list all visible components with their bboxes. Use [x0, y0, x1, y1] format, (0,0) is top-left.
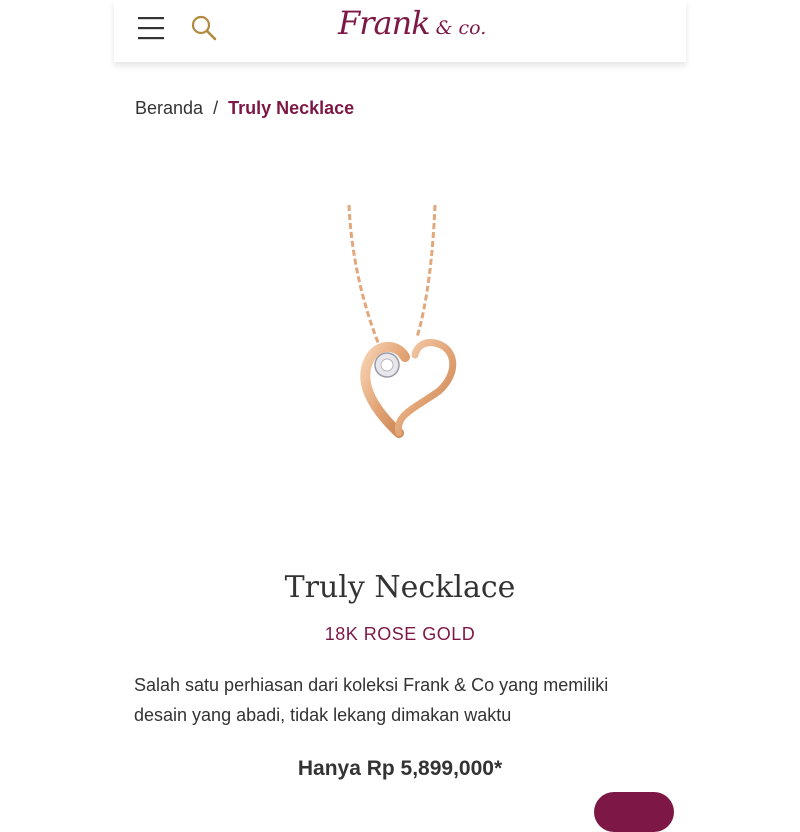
logo-main-text: Frank — [338, 4, 431, 42]
breadcrumb-current: Truly Necklace — [228, 98, 355, 118]
heart-pendant-necklace-image — [347, 204, 457, 438]
action-button[interactable] — [594, 792, 674, 832]
hamburger-menu-icon — [138, 17, 164, 40]
product-description: Salah satu perhiasan dari koleksi Frank … — [134, 675, 609, 725]
site-header: Frank & co. — [114, 0, 686, 62]
search-icon — [191, 15, 217, 41]
product-title: Truly Necklace — [284, 570, 516, 605]
menu-button[interactable] — [136, 14, 166, 42]
brand-logo[interactable]: Frank & co. — [338, 4, 486, 48]
logo-sub-text: & co. — [435, 17, 487, 39]
search-button[interactable] — [190, 14, 218, 42]
product-material: 18K ROSE GOLD — [324, 624, 476, 644]
breadcrumb-separator: / — [213, 98, 219, 118]
product-page: Frank & co. Beranda / Truly Necklace Truly… — [114, 0, 686, 832]
breadcrumb-home-link[interactable]: Beranda — [135, 98, 203, 118]
breadcrumb: Beranda / Truly Necklace — [135, 98, 354, 119]
product-price: Hanya Rp 5,899,000* — [297, 757, 503, 780]
